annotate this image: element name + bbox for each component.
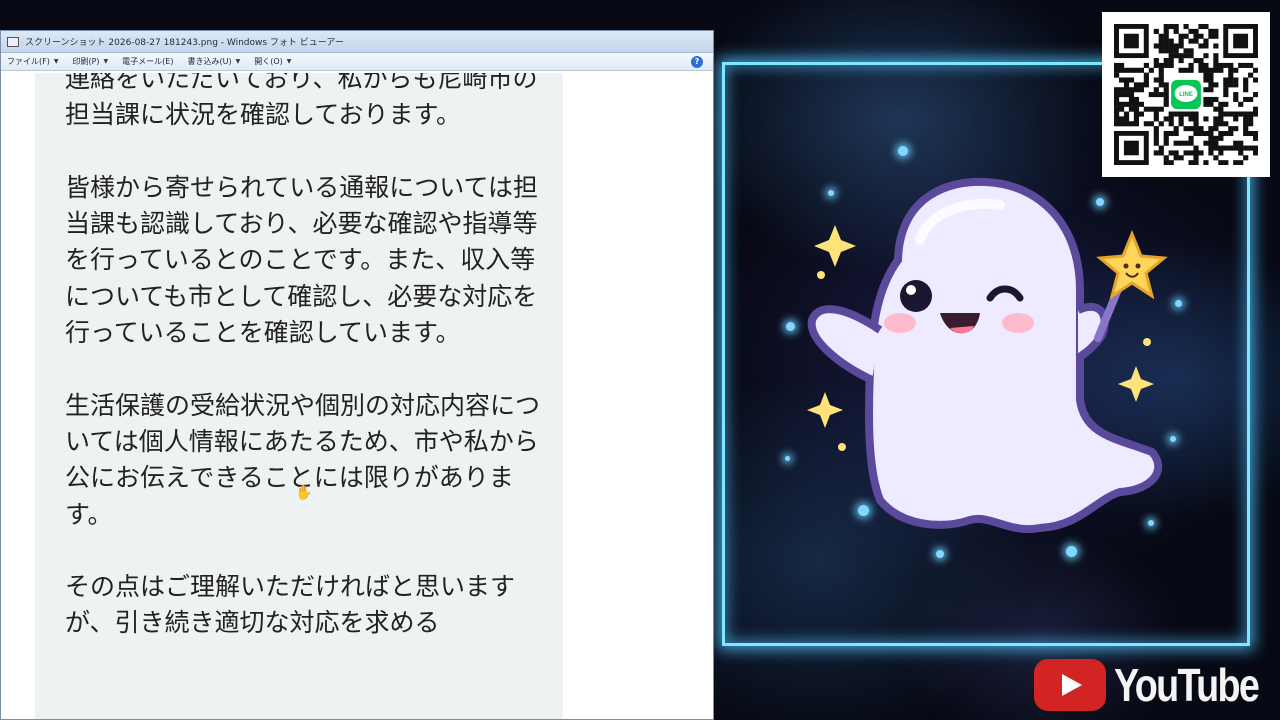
paragraph: 連絡をいただいており、私からも尼崎市の担当課に状況を確認しております。: [65, 73, 538, 130]
app-icon: [7, 36, 19, 47]
qr-code[interactable]: LINE: [1102, 12, 1270, 177]
chevron-down-icon: ▼: [286, 58, 292, 65]
youtube-logo: YouTube: [1034, 656, 1280, 714]
qr-finder-pattern: [1114, 24, 1149, 59]
image-viewport[interactable]: 連絡をいただいており、私からも尼崎市の担当課に状況を確認しております。 皆様から…: [7, 73, 707, 719]
paragraph: 生活保護の受給状況や個別の対応内容については個人情報にあたるため、市や私から公に…: [65, 390, 541, 529]
hand-cursor-icon: ✋: [295, 485, 313, 501]
menu-bar: ファイル(F) ▼ 印刷(P) ▼ 電子メール(E) 書き込み(U) ▼ 開く(O) ▼…: [1, 53, 713, 71]
screenshot-image: 連絡をいただいており、私からも尼崎市の担当課に状況を確認しております。 皆様から…: [35, 73, 563, 719]
qr-finder-pattern: [1114, 130, 1149, 165]
paragraph: 皆様から寄せられている通報については担当課も認識しており、必要な確認や指導等を行…: [65, 172, 539, 348]
menu-print[interactable]: 印刷(P) ▼: [72, 56, 108, 67]
menu-email-label: 電子メール(E): [122, 57, 174, 66]
sparkle-dot: [936, 550, 944, 558]
menu-print-label: 印刷(P): [72, 57, 100, 66]
ghost-body: [865, 177, 1163, 534]
qr-code-icon: LINE: [1114, 24, 1258, 165]
menu-burn-label: 書き込み(U): [187, 57, 232, 66]
youtube-play-icon: [1034, 659, 1106, 711]
chevron-down-icon: ▼: [53, 58, 59, 65]
qr-finder-pattern: [1223, 24, 1258, 59]
ghost-arm-left: [807, 305, 883, 384]
ghost-mascot-illustration: [807, 177, 1168, 534]
menu-open[interactable]: 開く(O) ▼: [254, 56, 291, 67]
window-title: スクリーンショット 2026-08-27 181243.png - Window…: [25, 38, 344, 48]
menu-email[interactable]: 電子メール(E): [122, 56, 173, 67]
line-logo-icon: LINE: [1171, 79, 1201, 110]
sparkle-dot: [898, 146, 908, 156]
menu-burn[interactable]: 書き込み(U) ▼: [187, 56, 240, 67]
chevron-down-icon: ▼: [103, 58, 109, 65]
menu-open-label: 開く(O): [254, 57, 283, 66]
help-icon[interactable]: ?: [691, 55, 703, 68]
menu-file[interactable]: ファイル(F) ▼: [7, 56, 58, 67]
chevron-down-icon: ▼: [235, 58, 241, 65]
photo-viewer-window[interactable]: スクリーンショット 2026-08-27 181243.png - Window…: [0, 30, 714, 720]
document-text: 連絡をいただいており、私からも尼崎市の担当課に状況を確認しております。 皆様から…: [65, 73, 541, 678]
window-titlebar[interactable]: スクリーンショット 2026-08-27 181243.png - Window…: [1, 31, 713, 53]
youtube-wordmark: YouTube: [1114, 659, 1260, 711]
star-wand-icon: [1094, 230, 1168, 342]
line-logo-text: LINE: [1179, 92, 1193, 98]
paragraph: その点はご理解いただければと思いますが、引き続き適切な対応を求める: [65, 572, 516, 638]
menu-file-label: ファイル(F): [7, 57, 50, 66]
